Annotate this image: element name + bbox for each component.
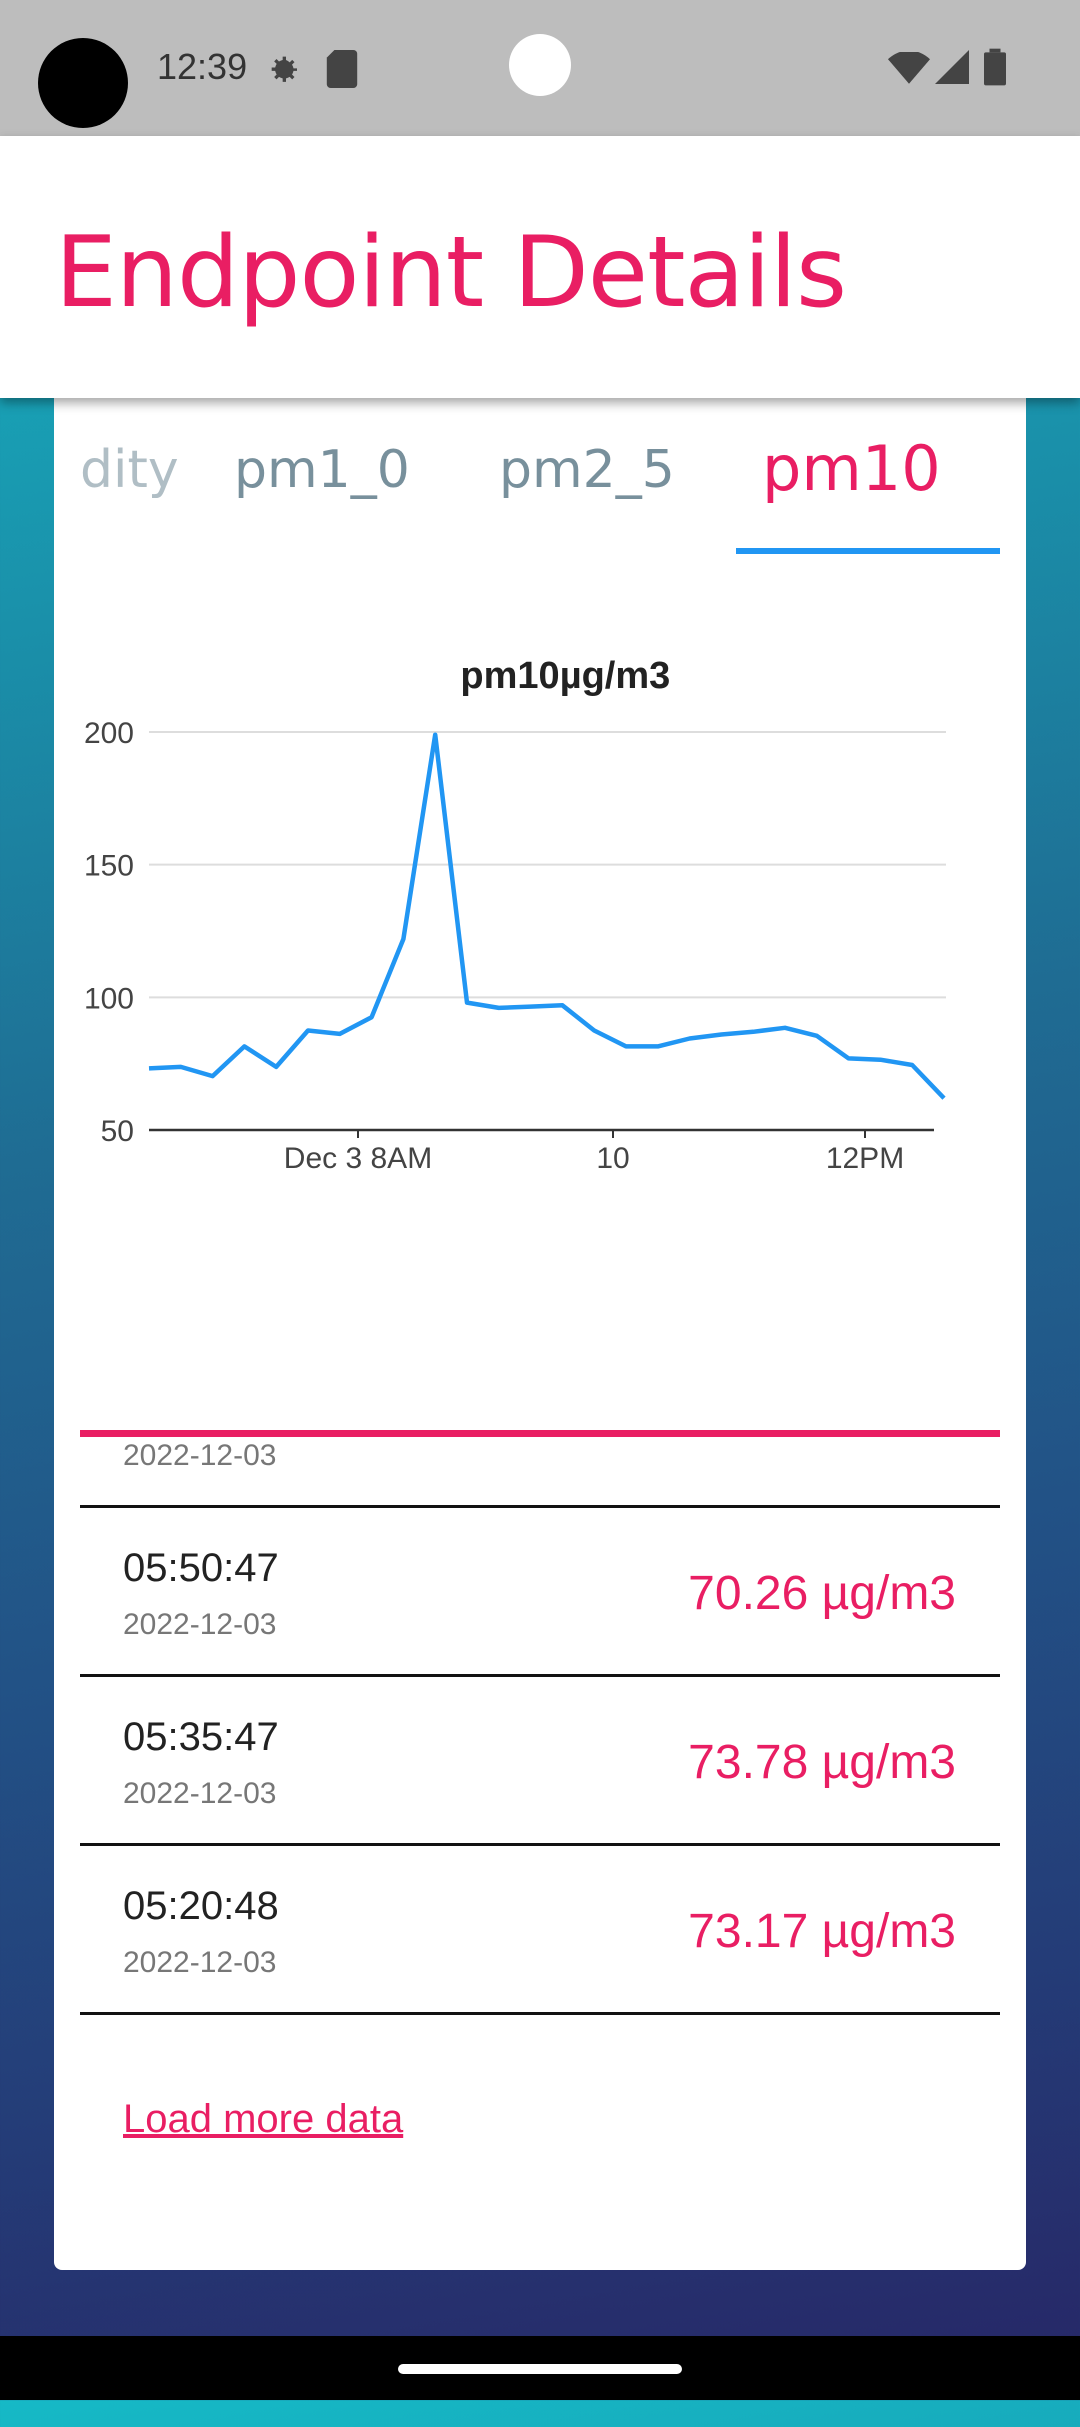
y-tick-label: 200 [84,717,134,750]
active-tab-indicator [736,548,1000,554]
chart-title: pm10 [460,655,559,697]
camera-cutout [38,38,128,128]
reading-date: 2022-12-03 [123,1608,277,1641]
wifi-icon [888,50,930,89]
reading-row: 2022-12-03 [80,1437,1000,1508]
x-tick-label: 10 [596,1142,629,1175]
reading-value: 73.78 µg/m3 [688,1736,956,1789]
y-tick-label: 100 [84,982,134,1015]
x-tick-label: 12PM [826,1142,904,1175]
signal-icon [935,50,969,89]
front-camera [509,34,571,96]
settings-gear-icon [262,50,302,95]
y-tick-label: 150 [84,850,134,883]
chart-unit: µg/m3 [560,655,671,697]
tab-pm10[interactable]: pm10 [762,432,941,505]
load-more-link[interactable]: Load more data [123,2097,403,2142]
home-gesture-handle[interactable] [398,2364,682,2374]
tab-pm2-5[interactable]: pm2_5 [499,440,675,500]
reading-date: 2022-12-03 [123,1439,277,1472]
page-title: Endpoint Details [55,216,847,330]
sd-card-icon [326,50,358,93]
tab-pm1-0[interactable]: pm1_0 [234,440,410,500]
battery-icon [984,48,1006,91]
reading-date: 2022-12-03 [123,1777,277,1810]
series-line [148,732,946,1100]
readings-list[interactable]: 2022-12-03 05:50:47 2022-12-03 70.26 µg/… [80,1437,1000,2427]
pm10-chart: pm10 µg/m3 200 150 100 50 Dec 3 8AM 10 12PM [54,610,1026,1310]
reading-row: 05:50:47 2022-12-03 70.26 µg/m3 [80,1508,1000,1677]
status-time: 12:39 [157,46,248,87]
status-bar: 12:39 [0,0,1080,136]
details-card: dity pm1_0 pm2_5 pm10 pm10 µg/m3 200 150 100… [54,380,1026,2270]
reading-value: 70.26 µg/m3 [688,1567,956,1620]
app-bar: Endpoint Details [0,136,1080,398]
chart-divider [80,1430,1000,1437]
reading-time: 05:35:47 [123,1715,279,1759]
metric-tabs: dity pm1_0 pm2_5 pm10 [80,380,1000,555]
reading-row: 05:35:47 2022-12-03 73.78 µg/m3 [80,1677,1000,1846]
reading-row: 05:20:48 2022-12-03 73.17 µg/m3 [80,1846,1000,2015]
x-tick-label: Dec 3 8AM [284,1142,432,1175]
y-tick-label: 50 [101,1115,134,1148]
reading-time: 05:50:47 [123,1546,279,1590]
reading-value: 73.17 µg/m3 [688,1905,956,1958]
tab-humidity[interactable]: dity [80,440,179,500]
chart-svg: pm10 µg/m3 200 150 100 50 Dec 3 8AM 10 12PM [84,655,946,1175]
reading-time: 05:20:48 [123,1884,279,1928]
reading-date: 2022-12-03 [123,1946,277,1979]
